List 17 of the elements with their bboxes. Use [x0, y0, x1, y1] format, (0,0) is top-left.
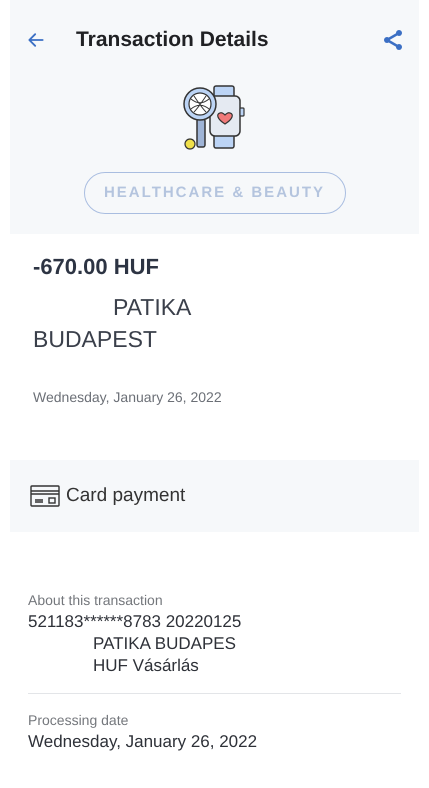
merchant-name: PATIKA — [112, 293, 192, 322]
back-arrow-icon — [26, 30, 46, 50]
detail-label: About this transaction — [28, 591, 164, 610]
page-title: Transaction Details — [76, 27, 270, 54]
amount: -670.00 HUF — [33, 253, 160, 281]
payment-method: Card payment — [66, 484, 186, 508]
card-icon — [30, 485, 60, 507]
transaction-date: Wednesday, January 26, 2022 — [33, 388, 223, 407]
merchant-name: BUDAPEST — [33, 325, 158, 354]
detail-value: PATIKA BUDAPES — [92, 633, 237, 655]
detail-value: HUF Vásárlás — [92, 655, 200, 677]
racket-and-watch-icon — [182, 84, 248, 152]
category-tag: HEALTHCARE & BEAUTY — [84, 172, 346, 214]
detail-label: Processing date — [28, 711, 130, 730]
share-icon — [381, 28, 405, 52]
detail-value: 521183******8783 20220125 — [28, 611, 242, 633]
detail-value: Wednesday, January 26, 2022 — [28, 731, 258, 753]
